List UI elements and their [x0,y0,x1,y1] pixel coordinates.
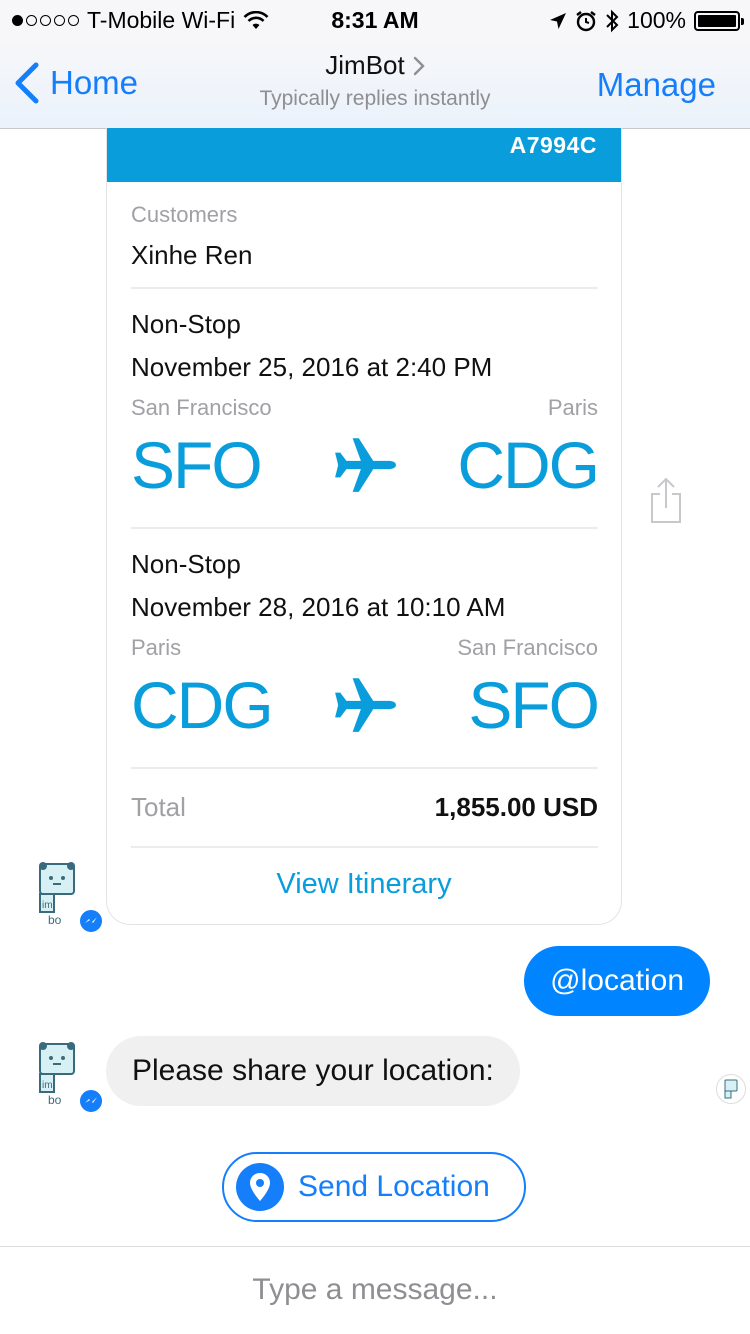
send-location-label: Send Location [298,1170,490,1203]
bot-avatar[interactable]: im bo [34,1040,104,1114]
svg-text:im: im [42,900,53,911]
airline-receipt-card: A7994C Customers Xinhe Ren Non-Stop Nove… [106,128,622,925]
departure-city: Paris [131,635,182,660]
view-itinerary-button[interactable]: View Itinerary [107,848,621,901]
arrival-city: Paris [547,395,598,420]
arrival-city: San Francisco [457,635,598,660]
carrier-name: T-Mobile Wi-Fi [87,7,236,33]
conversation-subtitle: Typically replies instantly [259,87,491,110]
back-button[interactable]: Home [14,62,138,104]
status-bar: T-Mobile Wi-Fi 8:31 AM 100% [0,0,750,40]
signal-strength-icon [12,15,79,26]
messenger-badge-icon [78,1088,104,1114]
chevron-right-icon [413,56,425,75]
departure-city: San Francisco [131,395,272,420]
bluetooth-icon [606,9,619,32]
messenger-screen: T-Mobile Wi-Fi 8:31 AM 100% Home JimBot … [0,0,750,1334]
customers-label: Customers [131,202,238,227]
message-composer[interactable]: Type a message... [0,1246,750,1334]
total-amount: 1,855.00 USD [434,792,598,822]
navigation-bar: Home JimBot Typically replies instantly … [0,40,750,129]
svg-text:bo: bo [48,1093,62,1107]
airplane-icon [330,670,400,740]
conversation-header[interactable]: JimBot Typically replies instantly [200,50,550,111]
total-row: Total 1,855.00 USD [131,769,598,848]
wifi-icon [243,10,269,29]
svg-text:bo: bo [48,913,62,927]
airplane-icon [330,430,400,500]
status-left: T-Mobile Wi-Fi [12,7,269,34]
arrival-code: CDG [457,428,600,502]
jimbot-logo-icon [724,1079,738,1099]
messenger-badge-icon [78,908,104,934]
send-location-button[interactable]: Send Location [222,1152,526,1222]
message-input-placeholder[interactable]: Type a message... [0,1273,750,1307]
share-icon[interactable] [648,476,684,524]
arrival-code: SFO [468,668,600,742]
bot-avatar[interactable]: im bo [34,860,104,934]
departure-code: CDG [131,668,274,742]
flight-type: Non-Stop [131,549,241,579]
customers-section: Customers Xinhe Ren [131,182,598,289]
customer-name: Xinhe Ren [131,240,253,270]
location-pin-icon [236,1163,284,1211]
alarm-icon [576,10,596,31]
back-label: Home [50,64,139,101]
total-label: Total [131,792,186,822]
outgoing-message[interactable]: @location [524,946,710,1016]
svg-text:im: im [42,1080,53,1091]
flight-datetime: November 25, 2016 at 2:40 PM [131,352,493,382]
battery-icon [694,10,744,31]
flight-type: Non-Stop [131,309,241,339]
flight-segment: Non-Stop November 25, 2016 at 2:40 PM Sa… [131,289,600,529]
chevron-left-icon [15,62,39,104]
read-receipt-avatar [716,1074,746,1104]
manage-button[interactable]: Manage [597,66,716,104]
conversation-title: JimBot [325,50,405,80]
status-right: 100% [549,7,744,34]
flight-datetime: November 28, 2016 at 10:10 AM [131,592,506,622]
departure-code: SFO [131,428,263,502]
battery-percent: 100% [627,7,686,33]
incoming-message[interactable]: Please share your location: [106,1036,520,1106]
flight-segment: Non-Stop November 28, 2016 at 10:10 AM P… [131,529,600,769]
booking-code: A7994C [107,128,621,182]
location-arrow-icon [550,12,567,29]
